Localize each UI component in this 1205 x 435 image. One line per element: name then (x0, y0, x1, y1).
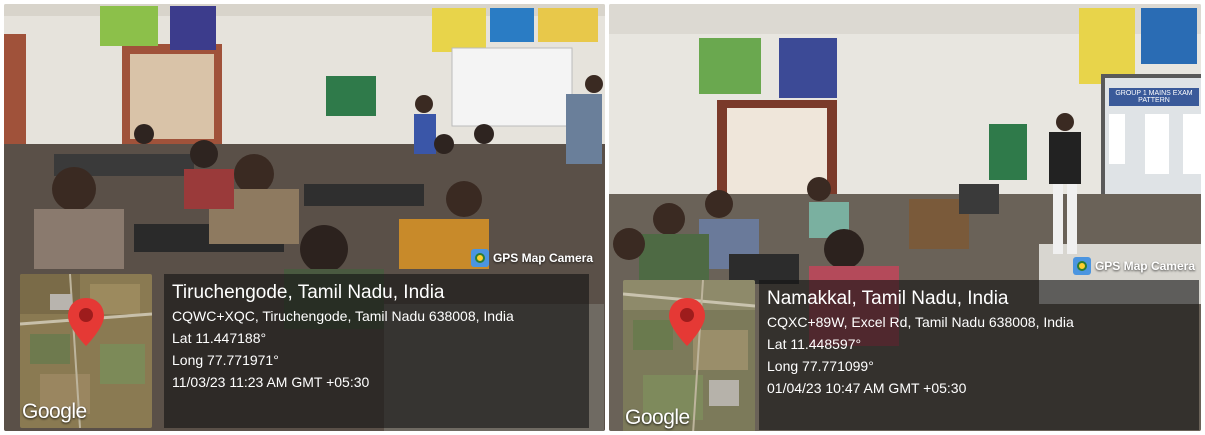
gps-badge-label: GPS Map Camera (1094, 259, 1195, 273)
longitude: Long 77.771099° (767, 358, 874, 374)
timestamp: 11/03/23 11:23 AM GMT +05:30 (172, 374, 370, 390)
address: CQWC+XQC, Tiruchengode, Tamil Nadu 63800… (172, 308, 514, 324)
place-name: Namakkal, Tamil Nadu, India (767, 288, 1009, 309)
latitude: Lat 11.447188° (172, 330, 267, 346)
address: CQXC+89W, Excel Rd, Tamil Nadu 638008, I… (767, 314, 1074, 330)
gps-map-camera-icon (470, 249, 489, 267)
location-map-thumbnail: Google (623, 280, 755, 431)
projector-screen-text: GROUP 1 MAINS EXAM PATTERN (1109, 88, 1199, 106)
gps-map-camera-badge: GPS Map Camera (1072, 257, 1195, 275)
longitude: Long 77.771971° (172, 352, 279, 368)
map-pin-icon (68, 298, 104, 346)
gps-badge-label: GPS Map Camera (492, 251, 593, 265)
google-watermark: Google (22, 400, 87, 423)
location-map-thumbnail: Google (20, 274, 152, 428)
gps-map-camera-icon (1072, 257, 1091, 275)
location-info-panel: Namakkal, Tamil Nadu, India CQXC+89W, Ex… (759, 280, 1199, 430)
latitude: Lat 11.448597° (767, 336, 862, 352)
place-name: Tiruchengode, Tamil Nadu, India (172, 282, 445, 303)
geotagged-photo-right: GPS Map Camera Google Namakkal, Tamil Na… (609, 4, 1201, 431)
map-pin-icon (669, 298, 705, 346)
location-info-panel: Tiruchengode, Tamil Nadu, India CQWC+XQC… (164, 274, 589, 428)
timestamp: 01/04/23 10:47 AM GMT +05:30 (767, 380, 967, 396)
google-watermark: Google (625, 406, 690, 429)
geotagged-photo-left: GPS Map Camera Google Tiruchengode, Tami… (4, 4, 605, 431)
gps-map-camera-badge: GPS Map Camera (470, 249, 593, 267)
